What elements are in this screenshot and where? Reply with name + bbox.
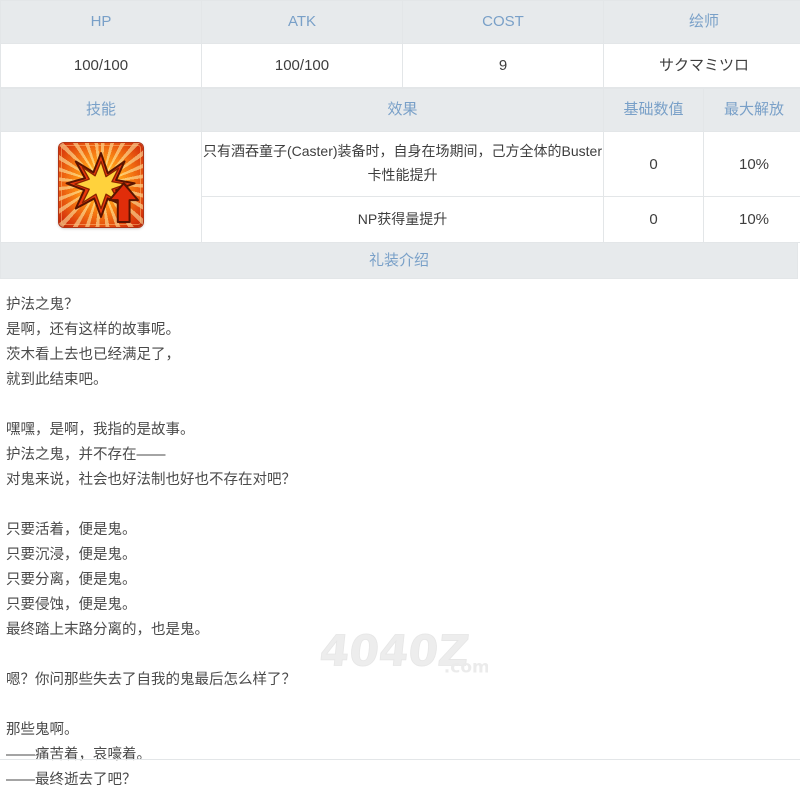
stats-table: HP ATK COST 绘师 100/100 100/100 9 サクマミツロ — [0, 0, 800, 88]
skill-effect-2: NP获得量提升 — [202, 197, 604, 243]
intro-line: 护法之鬼？ — [6, 293, 800, 318]
intro-line: 只要沉浸，便是鬼。 — [6, 543, 800, 568]
skill-table: 技能 效果 基础数值 最大解放 只有酒吞童子(Caster)装备时，自 — [0, 88, 800, 243]
skill-max-2: 10% — [704, 197, 800, 243]
skill-header-base: 基础数值 — [604, 89, 704, 132]
stats-header-cost: COST — [403, 1, 604, 44]
skill-header-skill: 技能 — [1, 89, 202, 132]
intro-line — [6, 493, 800, 518]
intro-line: 是啊，还有这样的故事呢。 — [6, 318, 800, 343]
intro-line: 嗯？你问那些失去了自我的鬼最后怎么样了？ — [6, 668, 800, 693]
skill-header-row: 技能 效果 基础数值 最大解放 — [1, 89, 800, 132]
intro-line: 护法之鬼，并不存在—— — [6, 443, 800, 468]
buster-up-icon — [59, 143, 143, 227]
stats-value-cost: 9 — [403, 44, 604, 88]
intro-line: ——最终逝去了吧？ — [6, 768, 800, 793]
intro-line: 只要分离，便是鬼。 — [6, 568, 800, 593]
skill-header-effect: 效果 — [202, 89, 604, 132]
skill-base-1: 0 — [604, 132, 704, 197]
intro-line — [6, 393, 800, 418]
intro-line: 只要侵蚀，便是鬼。 — [6, 593, 800, 618]
stats-value-atk: 100/100 — [202, 44, 403, 88]
intro-line: 最终踏上末路分离的，也是鬼。 — [6, 618, 800, 643]
intro-line: 就到此结束吧。 — [6, 368, 800, 393]
stats-header-atk: ATK — [202, 1, 403, 44]
stats-header-hp: HP — [1, 1, 202, 44]
skill-base-2: 0 — [604, 197, 704, 243]
intro-band-title: 礼装介绍 — [0, 243, 798, 279]
skill-effect-1: 只有酒吞童子(Caster)装备时，自身在场期间，己方全体的Buster卡性能提… — [202, 132, 604, 197]
intro-description-lines: 护法之鬼？是啊，还有这样的故事呢。茨木看上去也已经满足了，就到此结束吧。 嘿嘿，… — [6, 293, 800, 793]
intro-line: 只要活着，便是鬼。 — [6, 518, 800, 543]
intro-line — [6, 693, 800, 718]
intro-description: 护法之鬼？是啊，还有这样的故事呢。茨木看上去也已经满足了，就到此结束吧。 嘿嘿，… — [0, 279, 800, 793]
skill-row-1: 只有酒吞童子(Caster)装备时，自身在场期间，己方全体的Buster卡性能提… — [1, 132, 800, 197]
stats-header-illustrator: 绘师 — [604, 1, 800, 44]
intro-line: 茨木看上去也已经满足了， — [6, 343, 800, 368]
intro-line — [6, 643, 800, 668]
skill-max-1: 10% — [704, 132, 800, 197]
intro-line: ——痛苦着，哀嚎着。 — [6, 743, 800, 768]
stats-header-row: HP ATK COST 绘师 — [1, 1, 800, 44]
stats-value-hp: 100/100 — [1, 44, 202, 88]
intro-line: 那些鬼啊。 — [6, 718, 800, 743]
intro-line: 嘿嘿，是啊，我指的是故事。 — [6, 418, 800, 443]
skill-header-max: 最大解放 — [704, 89, 800, 132]
stats-value-illustrator: サクマミツロ — [604, 44, 800, 88]
intro-line: 对鬼来说，社会也好法制也好也不存在对吧？ — [6, 468, 800, 493]
stats-value-row: 100/100 100/100 9 サクマミツロ — [1, 44, 800, 88]
skill-icon-cell — [1, 132, 202, 243]
